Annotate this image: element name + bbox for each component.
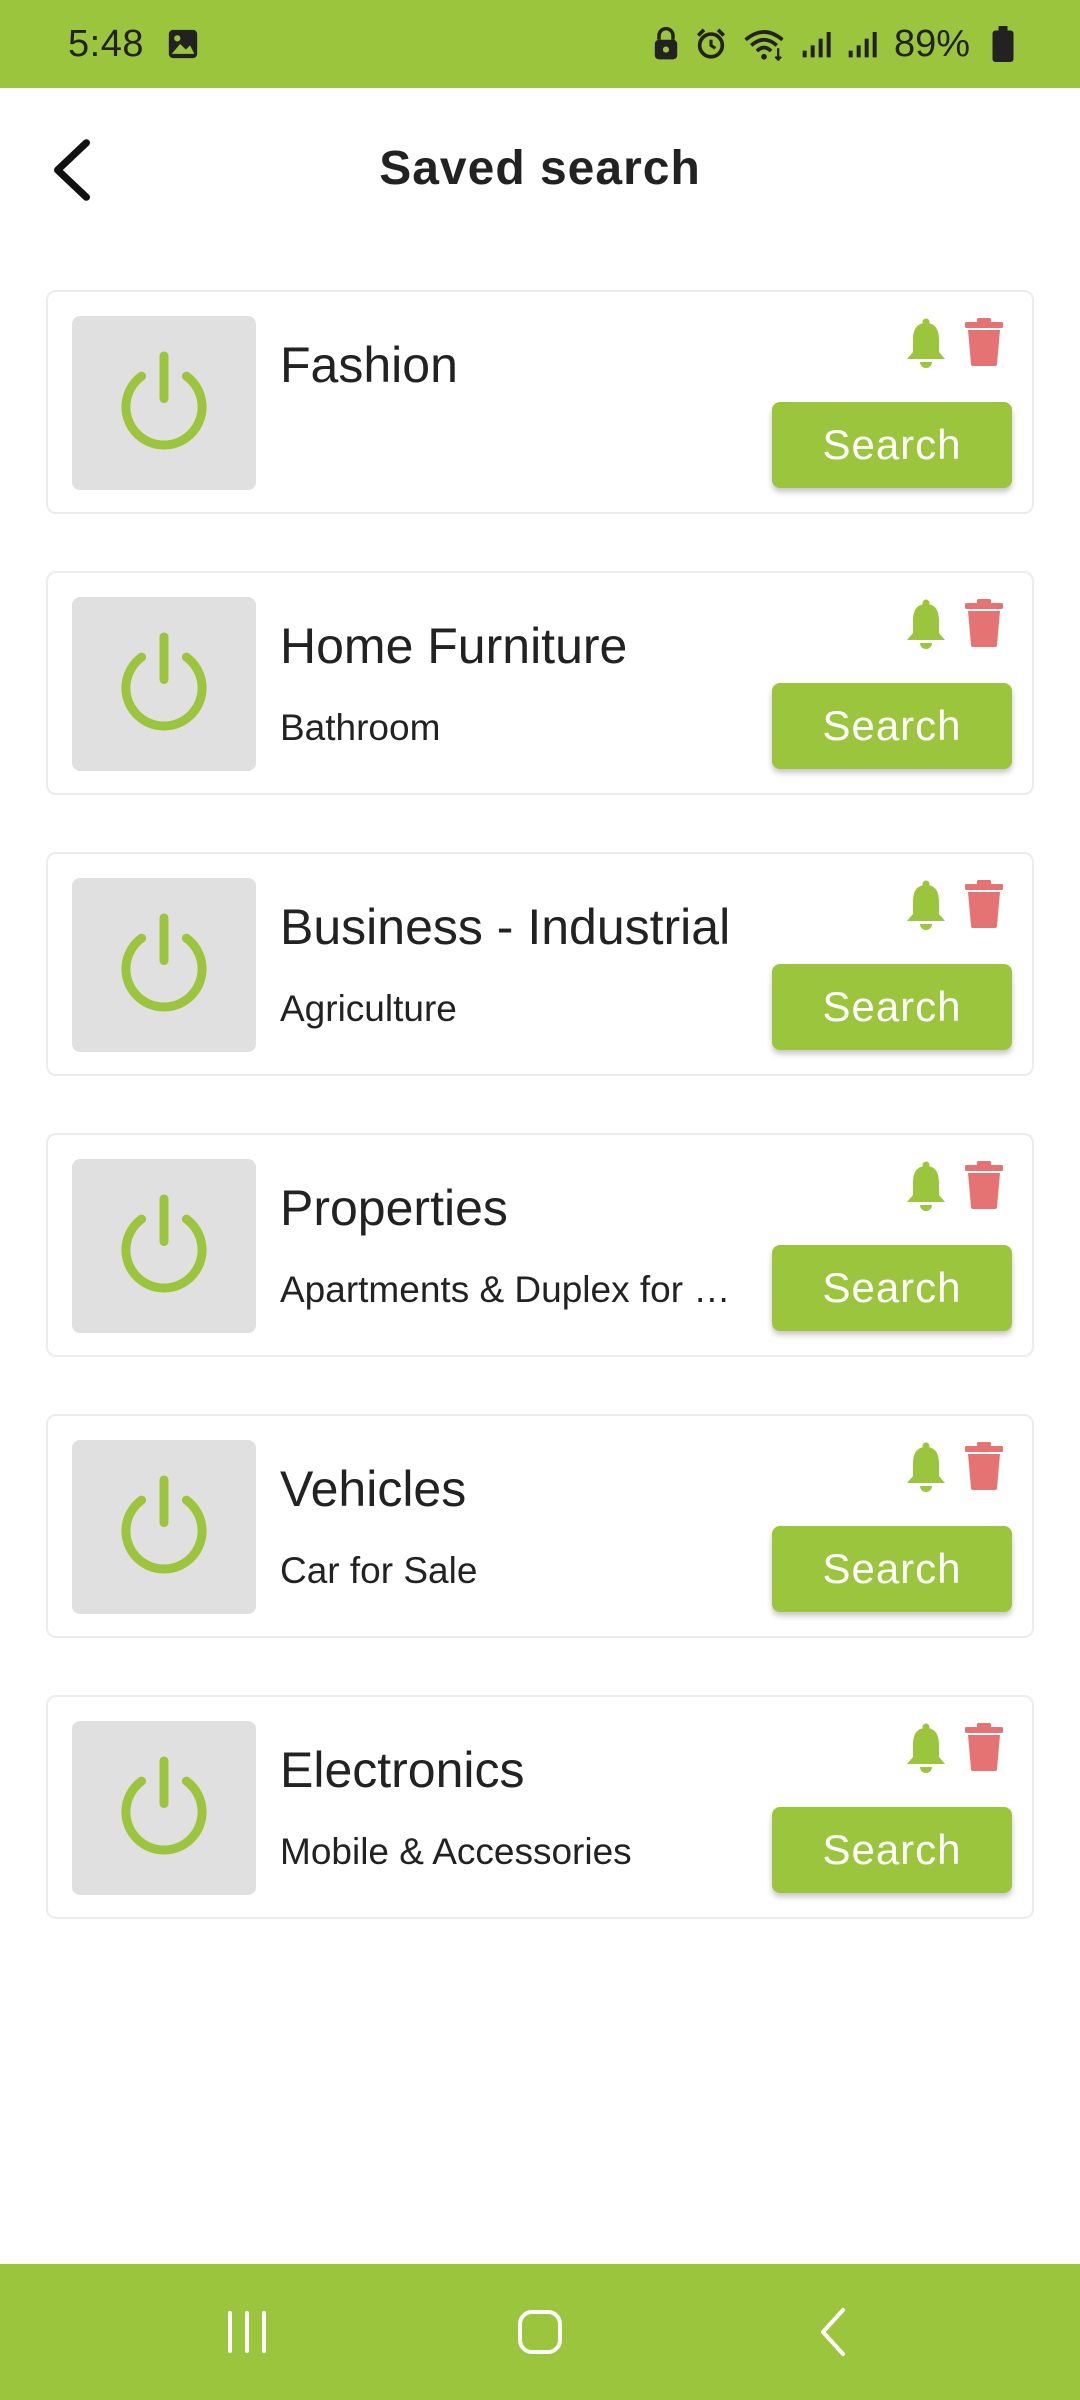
bell-icon [907, 1161, 945, 1211]
signal-icon [802, 32, 831, 58]
status-bar: 5:48 89% [0, 0, 1080, 88]
saved-search-card[interactable]: Home Furniture Bathroom Search [46, 571, 1034, 795]
saved-search-title: Fashion [280, 337, 458, 393]
status-left: 5:48 [68, 23, 200, 66]
saved-search-subtitle: Car for Sale [280, 1550, 478, 1591]
alarm-icon [696, 28, 725, 59]
back-icon [821, 2308, 846, 2356]
navigation-bar [0, 2264, 1080, 2400]
status-right: 89% [638, 23, 1014, 66]
notification-toggle[interactable] [904, 880, 948, 930]
bell-icon [907, 318, 945, 368]
lock-icon [654, 27, 678, 60]
saved-search-subtitle: Apartments & Duplex for Sale [280, 1269, 750, 1310]
delete-button[interactable] [964, 318, 1004, 366]
saved-search-card[interactable]: Business - Industrial Agriculture Search [46, 852, 1034, 1076]
item-thumbnail [72, 1440, 256, 1614]
system-back-button[interactable] [783, 2282, 883, 2382]
saved-search-subtitle: Agriculture [280, 988, 457, 1029]
home-icon [517, 2310, 562, 2354]
item-thumbnail [72, 878, 256, 1052]
saved-search-title: Home Furniture [280, 618, 628, 674]
search-button[interactable]: Search [772, 1526, 1012, 1612]
bell-icon [907, 880, 945, 930]
item-thumbnail [72, 1721, 256, 1895]
saved-search-subtitle: Mobile & Accessories [280, 1831, 632, 1872]
signal-icon [848, 32, 877, 58]
home-button[interactable] [490, 2282, 590, 2382]
saved-search-card[interactable]: Fashion Search [46, 290, 1034, 514]
power-icon [121, 913, 207, 1012]
notification-toggle[interactable] [904, 599, 948, 649]
back-button[interactable] [32, 130, 112, 210]
recent-apps-button[interactable] [197, 2282, 297, 2382]
battery-icon [992, 26, 1014, 62]
recent-apps-icon [227, 2311, 266, 2353]
header: Saved search [0, 88, 1080, 248]
power-icon [121, 1475, 207, 1574]
notification-toggle[interactable] [904, 1161, 948, 1211]
page-title: Saved search [379, 141, 701, 195]
saved-search-card[interactable]: Vehicles Car for Sale Search [46, 1414, 1034, 1638]
screen: 5:48 89% Saved search Fashion Search Hom… [0, 0, 1080, 2400]
saved-search-title: Properties [280, 1180, 508, 1236]
power-icon [121, 1194, 207, 1293]
item-thumbnail [72, 597, 256, 771]
power-icon [121, 351, 207, 450]
delete-button[interactable] [964, 1442, 1004, 1490]
delete-button[interactable] [964, 880, 1004, 928]
item-thumbnail [72, 316, 256, 490]
notification-toggle[interactable] [904, 318, 948, 368]
bell-icon [907, 1442, 945, 1492]
power-icon [121, 632, 207, 731]
search-button[interactable]: Search [772, 402, 1012, 488]
wifi-icon [744, 30, 784, 61]
battery-percentage: 89% [893, 22, 970, 65]
search-button[interactable]: Search [772, 1245, 1012, 1331]
trash-icon [965, 1161, 1003, 1209]
saved-search-card[interactable]: Properties Apartments & Duplex for Sale … [46, 1133, 1034, 1357]
chevron-left-icon [54, 139, 90, 201]
trash-icon [965, 1442, 1003, 1490]
trash-icon [965, 599, 1003, 647]
saved-search-title: Electronics [280, 1742, 525, 1798]
status-time: 5:48 [68, 22, 144, 65]
search-button[interactable]: Search [772, 683, 1012, 769]
notification-toggle[interactable] [904, 1723, 948, 1773]
item-thumbnail [72, 1159, 256, 1333]
power-icon [121, 1756, 207, 1855]
search-button[interactable]: Search [772, 964, 1012, 1050]
bell-icon [907, 1723, 945, 1773]
trash-icon [965, 318, 1003, 366]
search-button[interactable]: Search [772, 1807, 1012, 1893]
trash-icon [965, 1723, 1003, 1771]
trash-icon [965, 880, 1003, 928]
saved-search-subtitle: Bathroom [280, 707, 441, 748]
saved-search-card[interactable]: Electronics Mobile & Accessories Search [46, 1695, 1034, 1919]
saved-search-list: Fashion Search Home Furniture Bathroom S… [46, 290, 1034, 1976]
notification-toggle[interactable] [904, 1442, 948, 1492]
delete-button[interactable] [964, 1161, 1004, 1209]
saved-search-title: Business - Industrial [280, 899, 731, 955]
gallery-icon [168, 29, 198, 59]
delete-button[interactable] [964, 1723, 1004, 1771]
bell-icon [907, 599, 945, 649]
delete-button[interactable] [964, 599, 1004, 647]
saved-search-title: Vehicles [280, 1461, 467, 1517]
